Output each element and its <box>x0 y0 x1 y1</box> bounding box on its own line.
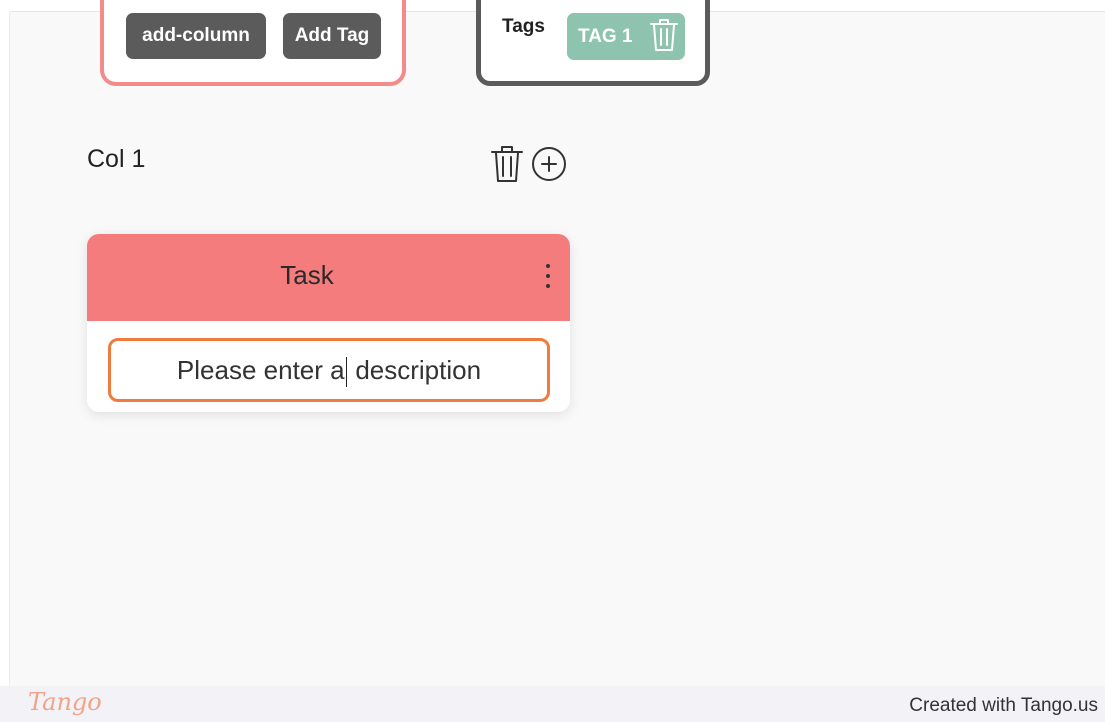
footer-credit: Created with Tango.us <box>909 695 1098 716</box>
description-text: Please enter a <box>176 355 345 385</box>
more-vertical-icon[interactable] <box>537 261 559 291</box>
app-border <box>9 12 10 686</box>
task-header: Task <box>87 234 570 321</box>
description-text: description <box>348 355 482 385</box>
description-input[interactable]: Please enter a description <box>108 338 550 402</box>
plus-circle-icon[interactable] <box>531 146 567 182</box>
screenshot-frame: add-column Add Tag Tags TAG 1 Col 1 Task… <box>0 0 1105 722</box>
add-column-button[interactable]: add-column <box>126 13 266 59</box>
trash-icon[interactable] <box>490 145 524 183</box>
trash-icon[interactable] <box>649 17 679 53</box>
tag-label: TAG 1 <box>578 26 633 47</box>
footer-bar: Tango Created with Tango.us <box>0 686 1105 722</box>
task-title: Task <box>280 260 334 290</box>
task-card: Task Please enter a description <box>87 234 570 412</box>
tag-chip[interactable]: TAG 1 <box>567 13 685 60</box>
tags-label: Tags <box>502 16 545 37</box>
text-caret <box>345 357 348 388</box>
tango-logo: Tango <box>28 688 102 716</box>
column-title: Col 1 <box>87 145 146 173</box>
add-tag-button[interactable]: Add Tag <box>283 13 381 59</box>
